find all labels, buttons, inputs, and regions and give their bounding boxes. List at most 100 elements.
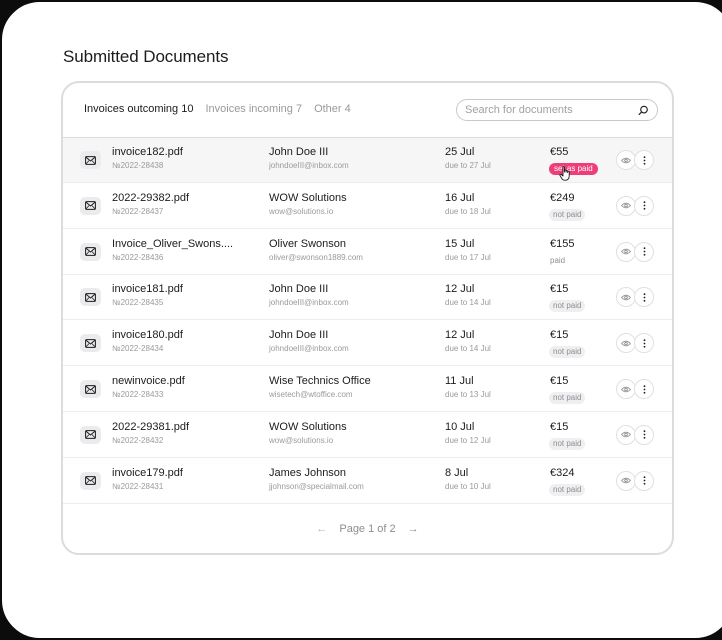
- date-cell: 10 Jul due to 12 Jul: [445, 421, 491, 445]
- file-name[interactable]: 2022-29381.pdf: [112, 421, 252, 433]
- invoice-number: №2022-28433: [112, 390, 164, 399]
- amount: €324: [550, 466, 575, 479]
- table-row[interactable]: newinvoice.pdf №2022-28433 Wise Technics O…: [63, 367, 672, 412]
- amount: €15: [550, 283, 569, 296]
- mail-icon: [80, 151, 101, 169]
- issue-date: 10 Jul: [445, 420, 475, 433]
- issue-date: 11 Jul: [445, 375, 474, 387]
- eye-icon[interactable]: [616, 333, 636, 354]
- status-badge: not paid: [549, 392, 586, 404]
- due-date: due to 12 Jul: [445, 435, 491, 445]
- table-row[interactable]: invoice180.pdf №2022-28434 John Doe III joh…: [63, 321, 672, 367]
- eye-icon[interactable]: [616, 287, 636, 308]
- client-email: oliver@swonson1889.com: [269, 252, 363, 262]
- invoice-number: №2022-28438: [112, 161, 164, 170]
- mail-icon: [80, 334, 101, 353]
- search-box[interactable]: [456, 99, 658, 121]
- eye-icon[interactable]: [616, 424, 636, 445]
- table-row[interactable]: invoice181.pdf №2022-28435 John Doe III joh…: [63, 275, 672, 321]
- tab-invoices-incoming[interactable]: Invoices incoming 7: [205, 103, 302, 115]
- file-cell: invoice179.pdf №2022-28431: [112, 467, 252, 491]
- client-name: Wise Technics Office: [269, 375, 371, 387]
- file-name[interactable]: Invoice_Oliver_Swons....: [112, 238, 252, 250]
- file-name[interactable]: newinvoice.pdf: [112, 375, 252, 387]
- file-name[interactable]: 2022-29382.pdf: [112, 192, 252, 204]
- date-cell: 15 Jul due to 17 Jul: [445, 238, 491, 262]
- status-badge: not paid: [549, 483, 586, 496]
- amount-cell: €15 not paid: [549, 375, 586, 405]
- eye-icon[interactable]: [616, 195, 636, 216]
- amount-cell: €15 not paid: [549, 283, 586, 313]
- due-date: due to 10 Jul: [445, 481, 491, 491]
- row-actions: [616, 287, 654, 308]
- amount: €249: [550, 191, 575, 204]
- search-input[interactable]: [465, 104, 637, 116]
- status-badge: not paid: [549, 346, 586, 359]
- eye-icon[interactable]: [616, 150, 636, 170]
- tab-invoices-outcoming[interactable]: Invoices outcoming 10: [84, 103, 193, 115]
- next-page-arrow[interactable]: →: [408, 523, 419, 535]
- client-cell: Oliver Swonson oliver@swonson1889.com: [269, 238, 363, 262]
- client-name: WOW Solutions: [269, 420, 347, 433]
- more-vertical-icon[interactable]: [634, 287, 654, 308]
- tab-other[interactable]: Other 4: [314, 103, 351, 115]
- date-cell: 8 Jul due to 10 Jul: [445, 467, 491, 491]
- more-vertical-icon[interactable]: [634, 333, 654, 354]
- client-name: John Doe III: [269, 329, 329, 342]
- eye-icon[interactable]: [616, 379, 636, 399]
- client-email: wow@solutions.io: [269, 206, 334, 216]
- issue-date: 25 Jul: [445, 146, 475, 158]
- table-row[interactable]: 2022-29381.pdf №2022-28432 WOW Solutions wo…: [63, 413, 672, 458]
- client-email: johndoeIII@inbox.com: [269, 161, 349, 170]
- table-row[interactable]: invoice179.pdf №2022-28431 James Johnson jj…: [63, 459, 672, 504]
- more-vertical-icon[interactable]: [634, 379, 654, 399]
- mail-icon: [80, 425, 101, 444]
- amount-cell: €324 not paid: [549, 466, 586, 497]
- issue-date: 8 Jul: [445, 466, 469, 479]
- client-name: WOW Solutions: [269, 191, 347, 204]
- client-cell: John Doe III johndoeIII@inbox.com: [269, 329, 349, 353]
- mail-icon: [80, 471, 101, 490]
- client-email: jjohnson@specialmail.com: [269, 481, 364, 491]
- mail-icon: [80, 288, 101, 307]
- more-vertical-icon[interactable]: [634, 150, 654, 170]
- mail-icon: [80, 242, 101, 261]
- due-date: due to 14 Jul: [445, 298, 491, 308]
- amount-cell: €155 paid: [550, 238, 574, 268]
- more-vertical-icon[interactable]: [634, 241, 654, 262]
- page-title: Submitted Documents: [63, 47, 229, 66]
- amount-cell: €15 not paid: [549, 329, 586, 359]
- search-icon[interactable]: [637, 104, 649, 116]
- prev-page-arrow[interactable]: ←: [316, 523, 327, 535]
- table-row[interactable]: 2022-29382.pdf №2022-28437 WOW Solutions wo…: [63, 184, 672, 229]
- date-cell: 16 Jul due to 18 Jul: [445, 192, 491, 216]
- status-badge: not paid: [549, 300, 586, 313]
- file-name[interactable]: invoice179.pdf: [112, 467, 252, 479]
- more-vertical-icon[interactable]: [634, 470, 654, 491]
- amount-cell: €15 not paid: [549, 421, 586, 451]
- due-date: due to 14 Jul: [445, 344, 491, 354]
- due-date: due to 17 Jul: [445, 252, 491, 262]
- more-vertical-icon[interactable]: [634, 424, 654, 445]
- file-name[interactable]: invoice181.pdf: [112, 283, 252, 295]
- table-row[interactable]: Invoice_Oliver_Swons.... №2022-28436 Olive…: [63, 230, 672, 275]
- file-name[interactable]: invoice180.pdf: [112, 329, 252, 341]
- more-vertical-icon[interactable]: [634, 195, 654, 216]
- table-row[interactable]: invoice182.pdf №2022-28438 John Doe III joh…: [63, 138, 672, 183]
- invoice-number: №2022-28437: [112, 206, 164, 216]
- eye-icon[interactable]: [616, 470, 636, 491]
- client-email: wisetech@wtoffice.com: [269, 390, 353, 399]
- file-name[interactable]: invoice182.pdf: [112, 146, 252, 158]
- row-actions: [616, 424, 654, 445]
- client-cell: WOW Solutions wow@solutions.io: [269, 421, 347, 445]
- date-cell: 11 Jul due to 13 Jul: [445, 375, 491, 399]
- client-cell: WOW Solutions wow@solutions.io: [269, 192, 347, 216]
- mail-icon: [80, 380, 101, 398]
- page-indicator: Page 1 of 2: [339, 523, 396, 535]
- file-cell: 2022-29382.pdf №2022-28437: [112, 192, 252, 216]
- status-badge[interactable]: set as paid: [549, 163, 598, 175]
- device-frame: Submitted Documents Invoices outcoming 1…: [0, 0, 722, 640]
- row-actions: [616, 150, 654, 170]
- due-date: due to 18 Jul: [445, 206, 491, 216]
- eye-icon[interactable]: [616, 241, 636, 262]
